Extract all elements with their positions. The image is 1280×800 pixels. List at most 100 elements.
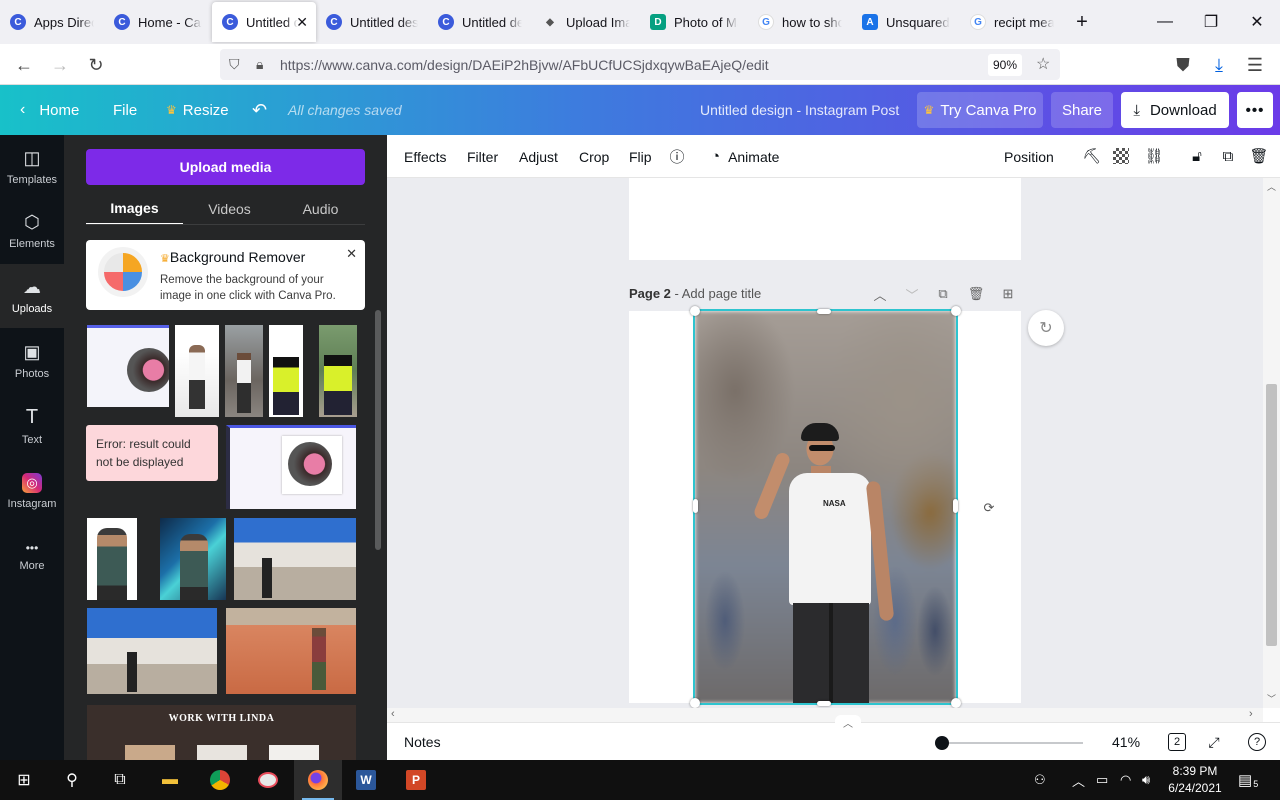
browser-tab[interactable]: C Home - Canva (104, 0, 212, 44)
resize-handle[interactable] (817, 309, 831, 314)
tab-images[interactable]: Images (86, 193, 183, 225)
browser-tab[interactable]: A Unsquared (852, 0, 960, 44)
reload-icon[interactable]: ↻ (81, 50, 111, 80)
rotate-icon[interactable]: ⟳ (979, 498, 999, 518)
system-clock[interactable]: 8:39 PM 6/24/2021 (1160, 763, 1230, 797)
page-2-title[interactable]: Page 2 - Add page title (629, 286, 761, 301)
notes-button[interactable]: Notes (404, 734, 441, 750)
battery-icon[interactable]: ▭ (1096, 760, 1108, 800)
browser-tab-active[interactable]: C Untitled design ✕ (212, 2, 316, 42)
duplicate-page-icon[interactable]: ⧉ (932, 284, 954, 304)
adjust-button[interactable]: Adjust (519, 135, 558, 178)
flip-button[interactable]: Flip (629, 135, 652, 178)
upload-thumbnail[interactable]: WORK WITH LINDA (87, 705, 356, 760)
new-tab-button[interactable]: + (1064, 0, 1100, 44)
browser-tab[interactable]: C Untitled design (316, 0, 428, 44)
url-text[interactable]: https://www.canva.com/design/DAEiP2hBjvw… (280, 57, 769, 73)
more-options-icon[interactable]: ••• (1237, 92, 1273, 128)
try-canva-pro-button[interactable]: ♛ Try Canva Pro (917, 92, 1043, 128)
rail-item-photos[interactable]: ▣ Photos (0, 329, 64, 393)
upload-thumbnail[interactable] (226, 425, 356, 509)
page-title-placeholder[interactable]: Add page title (682, 286, 762, 301)
restore-window-icon[interactable]: ❐ (1188, 0, 1234, 44)
canvas-vertical-scrollbar[interactable]: ︿ ﹀ (1263, 178, 1280, 708)
file-explorer-icon[interactable]: ▬ (146, 760, 194, 800)
link-icon[interactable]: ⛓ (1144, 146, 1164, 166)
scroll-right-icon[interactable]: › (1249, 708, 1253, 720)
upload-thumbnail[interactable] (87, 325, 169, 407)
design-title[interactable]: Untitled design - Instagram Post (700, 85, 899, 135)
browser-tab[interactable]: ◆ Upload Images (532, 0, 640, 44)
upload-thumbnail[interactable] (87, 608, 217, 694)
info-icon[interactable]: ⓘ (667, 146, 687, 166)
upload-thumbnail[interactable] (319, 325, 357, 417)
close-tab-icon[interactable]: ✕ (296, 14, 308, 31)
volume-icon[interactable]: 🔊︎ (1142, 760, 1150, 800)
background-remover-promo[interactable]: ♛Background Remover Remove the backgroun… (86, 240, 365, 310)
paint-icon[interactable] (244, 760, 292, 800)
rail-item-elements[interactable]: ⬡ Elements (0, 199, 64, 263)
bookmark-star-icon[interactable]: ☆ (1036, 54, 1050, 74)
upload-thumbnail[interactable] (269, 325, 303, 417)
resize-handle[interactable] (951, 306, 961, 316)
fullscreen-icon[interactable]: ⤢ (1204, 732, 1224, 752)
animate-button[interactable]: ◔ Animate (711, 135, 779, 178)
close-icon[interactable]: ✕ (346, 246, 357, 262)
scroll-down-icon[interactable]: ﹀ (1267, 692, 1276, 705)
zoom-slider[interactable] (935, 736, 1083, 750)
back-arrow-icon[interactable]: ← (9, 50, 39, 80)
page-count-icon[interactable]: 2 (1168, 733, 1186, 751)
trash-icon[interactable]: 🗑︎ (1249, 146, 1269, 166)
scrollbar-thumb[interactable] (1266, 384, 1277, 646)
page-1[interactable] (629, 178, 1021, 260)
word-icon[interactable]: W (342, 760, 390, 800)
resize-handle[interactable] (953, 499, 958, 513)
rail-item-instagram[interactable]: ◎ Instagram (0, 459, 64, 523)
expand-pages-icon[interactable]: ︿ (835, 715, 861, 730)
download-arrow-icon[interactable]: ⤓ (1204, 50, 1234, 80)
chrome-icon[interactable] (196, 760, 244, 800)
wifi-icon[interactable]: ◠ (1120, 760, 1131, 800)
scroll-up-icon[interactable]: ︿ (1267, 180, 1276, 193)
add-page-icon[interactable]: ⊞ (997, 284, 1019, 304)
effects-button[interactable]: Effects (404, 135, 447, 178)
upload-thumbnail[interactable] (234, 518, 356, 600)
people-icon[interactable]: ⚇ (1034, 760, 1046, 800)
upload-thumbnail[interactable] (226, 608, 356, 694)
rail-item-more[interactable]: ••• More (0, 524, 64, 588)
tab-audio[interactable]: Audio (276, 193, 365, 225)
tab-videos[interactable]: Videos (183, 193, 276, 225)
undo-icon[interactable]: ↶ (252, 85, 267, 135)
close-window-icon[interactable]: ✕ (1234, 0, 1280, 44)
upload-thumbnail[interactable] (160, 518, 226, 600)
chevron-up-icon[interactable]: ︿ (1072, 760, 1085, 800)
paint-roller-icon[interactable]: ⛏ (1082, 146, 1102, 166)
download-button[interactable]: ⤓ Download (1121, 92, 1229, 128)
lock-icon[interactable]: 🔓︎ (1187, 146, 1207, 166)
position-button[interactable]: Position (1004, 135, 1054, 178)
address-bar[interactable]: ⛉ 🔒︎ https://www.canva.com/design/DAEiP2… (220, 49, 1060, 80)
crop-button[interactable]: Crop (579, 135, 609, 178)
upload-thumbnail[interactable] (87, 518, 137, 600)
rail-item-text[interactable]: T Text (0, 394, 64, 458)
browser-tab[interactable]: C Apps Directory (0, 0, 104, 44)
refresh-icon[interactable]: ↻ (1028, 310, 1064, 346)
duplicate-icon[interactable]: ⧉ (1218, 146, 1238, 166)
home-button[interactable]: ‹ Home (20, 85, 79, 135)
upload-media-button[interactable]: Upload media (86, 149, 365, 185)
resize-handle[interactable] (951, 698, 961, 708)
chevron-down-icon[interactable]: ﹀ (901, 284, 923, 304)
resize-handle[interactable] (693, 499, 698, 513)
chevron-up-icon[interactable]: ︿ (869, 284, 891, 304)
powerpoint-icon[interactable]: P (392, 760, 440, 800)
windows-start-icon[interactable]: ⊞ (0, 760, 48, 800)
lock-icon[interactable]: 🔒︎ (256, 56, 263, 73)
browser-tab[interactable]: G how to show (748, 0, 852, 44)
zoom-badge[interactable]: 90% (988, 54, 1022, 76)
rail-item-templates[interactable]: ◫ Templates (0, 135, 64, 199)
zoom-value[interactable]: 41% (1112, 734, 1140, 750)
delete-page-icon[interactable]: 🗑︎ (965, 284, 987, 304)
scroll-left-icon[interactable]: ‹ (391, 708, 395, 720)
selected-photo[interactable]: NASA (693, 309, 958, 705)
browser-tab[interactable]: G recipt meaning (960, 0, 1064, 44)
